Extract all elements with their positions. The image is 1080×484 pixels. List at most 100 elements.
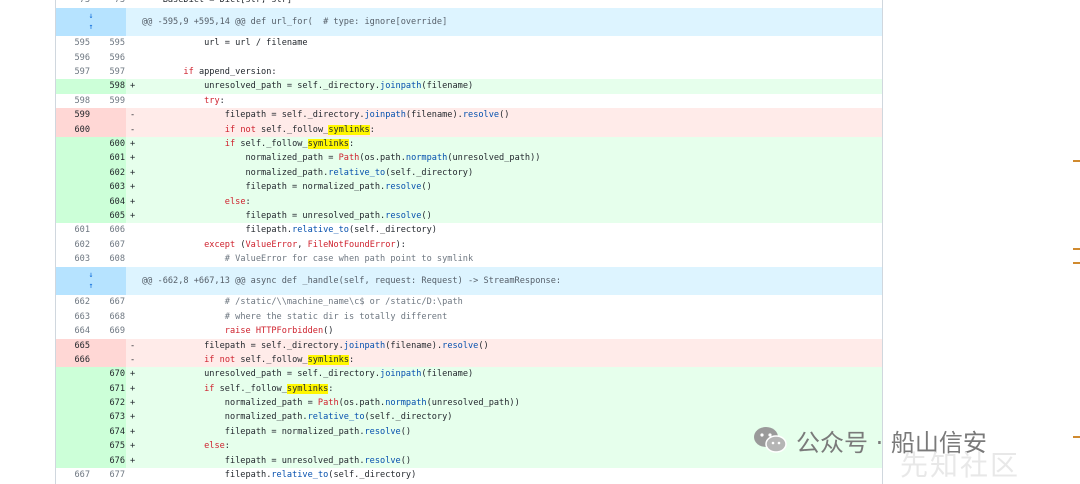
- new-line-number[interactable]: 606: [91, 223, 125, 237]
- new-line-number[interactable]: 676: [91, 454, 125, 468]
- code-text: filepath = normalized_path.resolve(): [142, 182, 432, 193]
- new-line-number[interactable]: 600: [91, 137, 125, 151]
- old-line-number[interactable]: 664: [56, 324, 90, 338]
- context-line: 601 606 filepath.relative_to(self._direct…: [56, 223, 882, 238]
- old-line-number[interactable]: 601: [56, 223, 90, 237]
- context-line: 663 668 # where the static dir is totally…: [56, 309, 882, 325]
- new-line-number[interactable]: 598: [91, 79, 125, 93]
- code-text: filepath.relative_to(self._directory): [142, 225, 437, 236]
- context-line: 596 596: [56, 50, 882, 66]
- context-line: 595 595 url = url / filename: [56, 36, 882, 51]
- diff-sign: +: [130, 153, 136, 164]
- old-line-number[interactable]: [56, 396, 90, 410]
- new-line-number[interactable]: 596: [91, 51, 125, 65]
- context-line: 664 669 raise HTTPForbidden(): [56, 324, 882, 339]
- new-line-number[interactable]: 607: [91, 238, 125, 252]
- old-line-number[interactable]: [56, 439, 90, 453]
- old-line-number[interactable]: 665: [56, 339, 90, 353]
- expand-gutter: ↓ ↑: [56, 7, 126, 37]
- old-line-number[interactable]: 596: [56, 51, 90, 65]
- added-line: 671 + if self._follow_symlinks:: [56, 381, 882, 397]
- new-line-number[interactable]: 601: [91, 151, 125, 165]
- diff-sign: +: [130, 182, 136, 193]
- context-line: 662 667 # /static/\\machine_name\c$ or /s…: [56, 295, 882, 310]
- expand-down-icon: ↓: [88, 10, 94, 20]
- new-line-number[interactable]: [91, 108, 125, 122]
- expand-up-icon: ↑: [88, 280, 94, 290]
- hunk-text: @@ -595,9 +595,14 @@ def url_for( # type…: [142, 16, 448, 27]
- old-line-number[interactable]: 597: [56, 65, 90, 79]
- old-line-number[interactable]: [56, 180, 90, 194]
- expand-up-icon: ↑: [88, 21, 94, 31]
- expand-button[interactable]: ↓ ↑: [84, 269, 98, 293]
- added-line: 598 + unresolved_path = self._directory.j…: [56, 79, 882, 94]
- old-line-number[interactable]: [56, 209, 90, 223]
- new-line-number[interactable]: 672: [91, 396, 125, 410]
- old-line-number[interactable]: [56, 454, 90, 468]
- new-line-number[interactable]: 599: [91, 94, 125, 108]
- old-line-number[interactable]: [56, 137, 90, 151]
- new-line-number[interactable]: 674: [91, 425, 125, 439]
- new-line-number[interactable]: 668: [91, 310, 125, 324]
- hunk-text: @@ -662,8 +667,13 @@ async def _handle(s…: [142, 275, 562, 286]
- new-line-number[interactable]: 595: [91, 36, 125, 50]
- new-line-number[interactable]: 675: [91, 439, 125, 453]
- new-line-number[interactable]: [91, 353, 125, 367]
- code-text: normalized_path = Path(os.path.normpath(…: [142, 398, 520, 409]
- old-line-number[interactable]: 667: [56, 468, 90, 482]
- diff-sign: +: [130, 210, 136, 221]
- hunk-header: ↓ ↑ @@ -595,9 +595,14 @@ def url_for( # ty…: [56, 7, 882, 37]
- new-line-number[interactable]: 669: [91, 324, 125, 338]
- context-line: 667 677 filepath.relative_to(self._direct…: [56, 468, 882, 483]
- new-line-number[interactable]: 673: [91, 410, 125, 424]
- context-line: 602 607 except (ValueError, FileNotFoundE…: [56, 237, 882, 253]
- new-line-number[interactable]: 608: [91, 252, 125, 266]
- old-line-number[interactable]: 600: [56, 123, 90, 137]
- code-text: # ValueError for case when path point to…: [224, 254, 474, 265]
- expand-button[interactable]: ↓ ↑: [84, 10, 98, 34]
- old-line-number[interactable]: [56, 195, 90, 209]
- watermark-faint: 先知社区: [900, 449, 1021, 482]
- old-line-number[interactable]: [56, 166, 90, 180]
- diff-sign: +: [130, 139, 136, 150]
- new-line-number[interactable]: 73: [91, 0, 125, 5]
- code-text: filepath = self._directory.joinpath(file…: [142, 340, 489, 351]
- removed-line: 599 - filepath = self._directory.joinpath…: [56, 108, 882, 123]
- new-line-number[interactable]: 597: [91, 65, 125, 79]
- old-line-number[interactable]: 663: [56, 310, 90, 324]
- diff-sign: +: [130, 412, 136, 423]
- diff-sign: +: [130, 167, 136, 178]
- old-line-number[interactable]: 598: [56, 94, 90, 108]
- old-line-number[interactable]: [56, 151, 90, 165]
- new-line-number[interactable]: 604: [91, 195, 125, 209]
- new-line-number[interactable]: 671: [91, 382, 125, 396]
- old-line-number[interactable]: [56, 367, 90, 381]
- old-line-number[interactable]: [56, 382, 90, 396]
- new-line-number[interactable]: [91, 339, 125, 353]
- new-line-number[interactable]: 602: [91, 166, 125, 180]
- code-text: BaseDict = Dict[str, str]: [142, 0, 293, 5]
- old-line-number[interactable]: [56, 410, 90, 424]
- new-line-number[interactable]: 670: [91, 367, 125, 381]
- new-line-number[interactable]: 667: [91, 295, 125, 309]
- new-line-number[interactable]: 605: [91, 209, 125, 223]
- old-line-number[interactable]: 666: [56, 353, 90, 367]
- new-line-number[interactable]: 677: [91, 468, 125, 482]
- old-line-number[interactable]: 602: [56, 238, 90, 252]
- code-text: url = url / filename: [142, 38, 308, 49]
- old-line-number[interactable]: [56, 79, 90, 93]
- diff-sign: +: [130, 398, 136, 409]
- old-line-number[interactable]: 599: [56, 108, 90, 122]
- old-line-number[interactable]: 595: [56, 36, 90, 50]
- new-line-number[interactable]: 603: [91, 180, 125, 194]
- old-line-number[interactable]: 603: [56, 252, 90, 266]
- old-line-number[interactable]: 73: [56, 0, 90, 5]
- diff-sign: +: [130, 426, 136, 437]
- new-line-number[interactable]: [91, 123, 125, 137]
- diff-sign: +: [130, 441, 136, 452]
- old-line-number[interactable]: [56, 425, 90, 439]
- context-line: 603 608 # ValueError for case when path p…: [56, 252, 882, 267]
- diff-sign: +: [130, 81, 136, 92]
- old-line-number[interactable]: 662: [56, 295, 90, 309]
- scroll-marker: [1073, 436, 1080, 438]
